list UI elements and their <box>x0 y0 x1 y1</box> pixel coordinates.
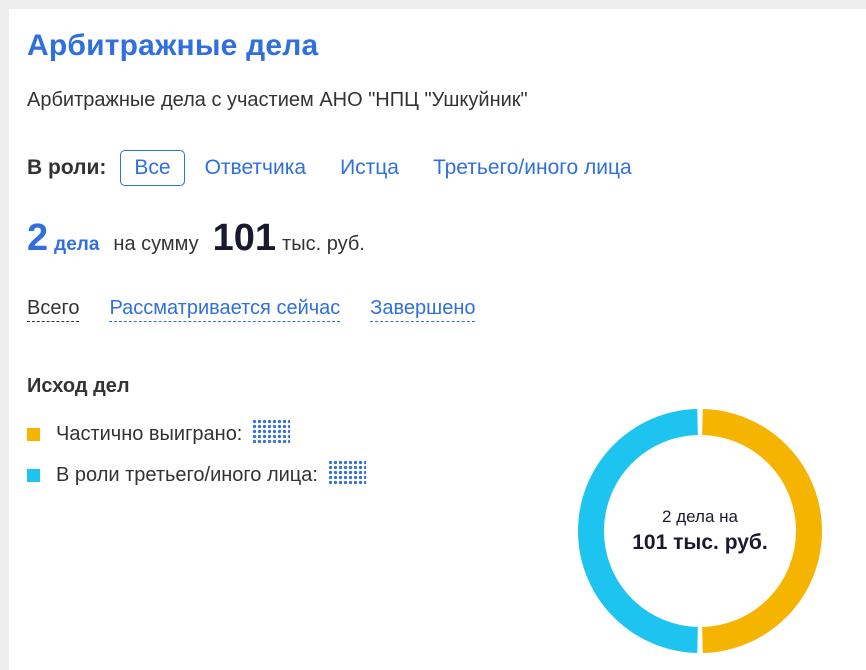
cases-count-word: дела <box>54 234 100 255</box>
on-sum-label: на сумму <box>113 233 199 255</box>
status-filter: Всего Рассматривается сейчас Завершено <box>27 297 505 322</box>
role-filter: В роли: Все Ответчика Истца Третьего/ино… <box>27 149 666 187</box>
cases-count: 2 <box>27 217 49 259</box>
donut-center-line1: 2 дела на <box>662 507 738 526</box>
arbitration-card: Арбитражные дела Арбитражные дела с учас… <box>9 9 866 670</box>
cases-amount: 101 <box>212 217 277 259</box>
donut-center-text: 2 дела на 101 тыс. руб. <box>578 409 822 653</box>
hidden-value-dots-icon <box>252 419 291 449</box>
legend-item-partially-won: Частично выиграно: <box>27 419 366 449</box>
filter-completed[interactable]: Завершено <box>370 297 476 322</box>
legend-label-third-party: В роли третьего/иного лица: <box>56 463 318 486</box>
page-title: Арбитражные дела <box>27 29 319 62</box>
role-option-third-party[interactable]: Третьего/иного лица <box>433 156 632 180</box>
role-option-all[interactable]: Все <box>120 150 185 186</box>
donut-center-line2: 101 тыс. руб. <box>632 531 768 554</box>
legend-label-partially-won: Частично выиграно: <box>56 422 243 445</box>
role-option-plaintiff[interactable]: Истца <box>340 156 399 180</box>
legend-swatch-cyan <box>27 468 40 482</box>
legend-item-third-party: В роли третьего/иного лица: <box>27 460 366 490</box>
role-option-defendant[interactable]: Ответчика <box>205 156 306 180</box>
outcome-title: Исход дел <box>27 375 130 397</box>
role-filter-label: В роли: <box>27 156 107 179</box>
cases-summary: 2 дела на сумму 101 тыс. руб. <box>27 217 365 260</box>
hidden-value-dots-icon <box>327 460 366 490</box>
amount-currency: тыс. руб. <box>282 233 365 255</box>
outcome-legend: Частично выиграно: В роли третьего/иного… <box>27 419 366 501</box>
filter-all[interactable]: Всего <box>27 297 80 322</box>
filter-in-progress[interactable]: Рассматривается сейчас <box>109 297 341 322</box>
page-subtitle: Арбитражные дела с участием АНО "НПЦ "Уш… <box>27 89 528 111</box>
legend-swatch-yellow <box>27 427 40 441</box>
